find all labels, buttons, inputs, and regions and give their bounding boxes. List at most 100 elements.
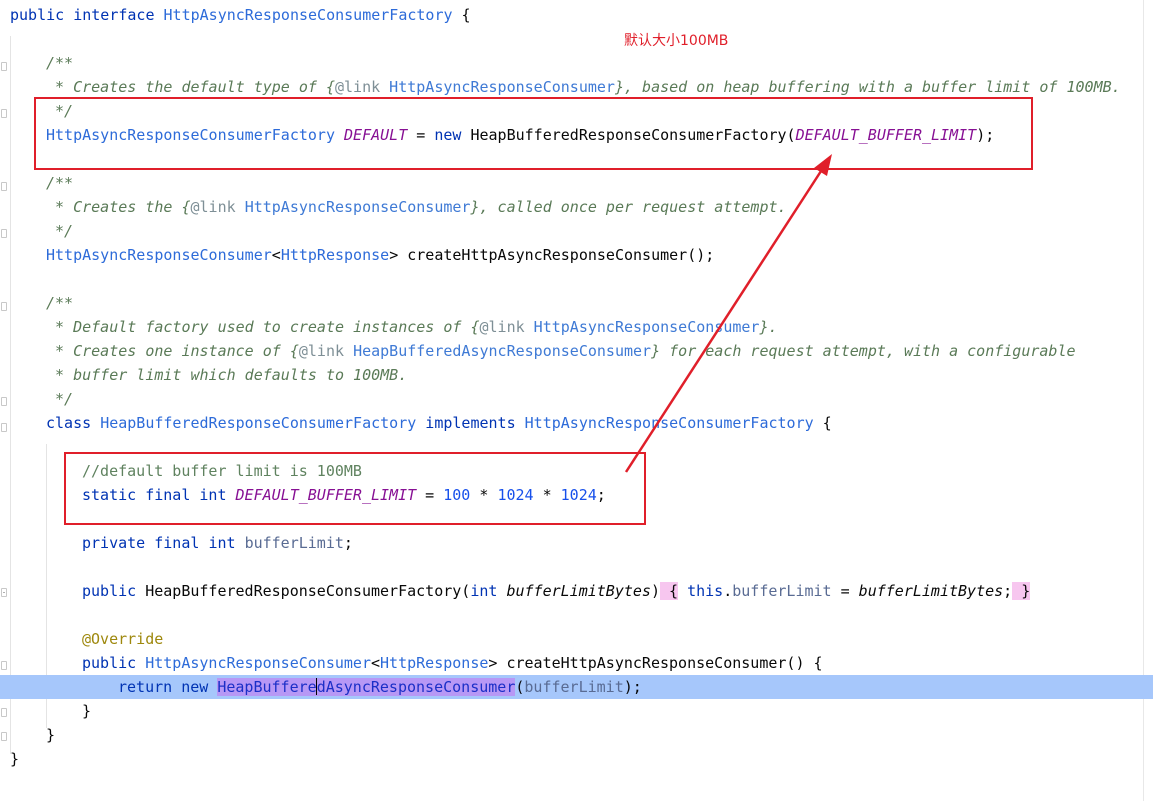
brace: } — [46, 726, 56, 744]
type-name: HttpAsyncResponseConsumer — [145, 654, 371, 672]
interface-name: HttpAsyncResponseConsumerFactory — [163, 6, 453, 24]
punctuation: ) — [650, 582, 660, 600]
annotation-box-default — [34, 97, 1033, 170]
punctuation: ; — [343, 534, 353, 552]
code-line[interactable]: /** — [46, 171, 73, 195]
class-name: HeapBufferedResponseConsumerFactory — [100, 414, 417, 432]
keyword: public — [10, 6, 65, 24]
type-name: HttpResponse — [280, 246, 390, 264]
parameter-ref: bufferLimitBytes — [858, 582, 1004, 600]
code-editor[interactable]: public interface HttpAsyncResponseConsum… — [0, 0, 1153, 801]
keyword: class — [46, 414, 92, 432]
code-line-current[interactable]: return new HeapBufferedAsyncResponseCons… — [118, 675, 642, 699]
code-line[interactable]: @Override — [82, 627, 163, 651]
annotation: @Override — [82, 630, 164, 648]
fold-marker-icon[interactable] — [1, 708, 7, 717]
code-line[interactable]: * Creates the default type of {@link Htt… — [46, 75, 1121, 99]
folded-brace[interactable]: { — [659, 582, 679, 600]
annotation-box-limit — [64, 452, 646, 525]
doc-tag: @link — [190, 198, 236, 216]
type-name: HttpAsyncResponseConsumer — [46, 246, 272, 264]
keyword: public — [82, 582, 137, 600]
doc-comment: }. — [759, 318, 778, 336]
code-line[interactable]: * Creates the {@link HttpAsyncResponseCo… — [46, 195, 787, 219]
fold-marker-icon[interactable] — [1, 109, 7, 118]
interface-name: HttpAsyncResponseConsumerFactory — [524, 414, 814, 432]
fold-marker-icon[interactable] — [1, 661, 7, 670]
brace: } — [10, 750, 20, 768]
punctuation: . — [723, 582, 733, 600]
code-line[interactable]: HttpAsyncResponseConsumer<HttpResponse> … — [46, 243, 714, 267]
doc-tag: @link — [334, 78, 381, 96]
keyword: int — [470, 582, 498, 600]
code-line[interactable]: } — [10, 747, 19, 771]
code-line[interactable]: public HeapBufferedResponseConsumerFacto… — [82, 579, 1031, 603]
doc-comment: * Default factory used to create instanc… — [46, 318, 480, 336]
code-line[interactable]: public interface HttpAsyncResponseConsum… — [10, 3, 471, 27]
fold-marker-icon[interactable] — [1, 62, 7, 71]
constructor-name: HeapBufferedResponseConsumerFactory( — [145, 582, 471, 600]
punctuation: ; — [1003, 582, 1013, 600]
doc-link[interactable]: HttpAsyncResponseConsumer — [245, 198, 471, 216]
code-line[interactable]: public HttpAsyncResponseConsumer<HttpRes… — [82, 651, 823, 675]
keyword: new — [181, 678, 209, 696]
brace: { — [452, 6, 471, 24]
doc-comment: }, called once per request attempt. — [470, 198, 787, 216]
punctuation: < — [271, 246, 281, 264]
doc-comment: * buffer limit which defaults to 100MB. — [46, 366, 408, 384]
doc-comment: /** — [46, 54, 74, 72]
doc-link[interactable]: HttpAsyncResponseConsumer — [534, 318, 760, 336]
code-line[interactable]: /** — [46, 291, 73, 315]
doc-comment: * Creates the { — [46, 198, 191, 216]
field-ref: bufferLimit — [524, 678, 624, 696]
brace: { — [813, 414, 832, 432]
method-declaration: createHttpAsyncResponseConsumer(); — [398, 246, 715, 264]
doc-comment: }, based on heap buffering with a buffer… — [614, 78, 1121, 96]
punctuation: < — [371, 654, 381, 672]
keyword: public — [82, 654, 137, 672]
fold-marker-icon[interactable] — [1, 302, 7, 311]
field-name: bufferLimit — [244, 534, 344, 552]
brace: } — [82, 702, 92, 720]
keyword: interface — [73, 6, 155, 24]
doc-tag: @link — [479, 318, 525, 336]
doc-comment: */ — [46, 390, 74, 408]
code-line[interactable]: class HeapBufferedResponseConsumerFactor… — [46, 411, 832, 435]
code-line[interactable]: * buffer limit which defaults to 100MB. — [46, 363, 407, 387]
code-line[interactable]: * Default factory used to create instanc… — [46, 315, 778, 339]
code-line[interactable]: /** — [46, 51, 73, 75]
operator: = — [831, 582, 859, 600]
fold-marker-icon[interactable] — [1, 423, 7, 432]
type-name: HttpResponse — [380, 654, 489, 672]
doc-comment: * Creates the default type of { — [46, 78, 335, 96]
doc-comment: * Creates one instance of { — [46, 342, 299, 360]
fold-marker-icon[interactable] — [1, 229, 7, 238]
keyword: int — [208, 534, 236, 552]
code-line[interactable]: } — [46, 723, 55, 747]
punctuation: > — [389, 246, 399, 264]
field-ref: bufferLimit — [732, 582, 832, 600]
punctuation: ); — [623, 678, 642, 696]
code-line[interactable]: */ — [46, 219, 73, 243]
keyword: this — [687, 582, 724, 600]
class-ref-part: HeapBuffere — [217, 678, 317, 696]
doc-tag: @link — [298, 342, 345, 360]
fold-marker-icon[interactable] — [1, 397, 7, 406]
folded-brace[interactable]: } — [1012, 582, 1031, 600]
annotation-label: 默认大小100MB — [624, 33, 729, 49]
keyword: return — [118, 678, 173, 696]
fold-expand-icon[interactable] — [1, 588, 7, 597]
doc-comment: /** — [46, 294, 74, 312]
code-line[interactable]: } — [82, 699, 91, 723]
code-line[interactable]: */ — [46, 387, 73, 411]
fold-marker-icon[interactable] — [1, 182, 7, 191]
code-line[interactable]: * Creates one instance of {@link HeapBuf… — [46, 339, 1076, 363]
class-usage-highlight[interactable]: HeapBufferedAsyncResponseConsumer — [217, 678, 516, 696]
code-line[interactable]: private final int bufferLimit; — [82, 531, 353, 555]
fold-marker-icon[interactable] — [1, 732, 7, 741]
doc-comment: /** — [46, 174, 74, 192]
doc-link[interactable]: HeapBufferedAsyncResponseConsumer — [353, 342, 651, 360]
parameter: bufferLimitBytes — [506, 582, 651, 600]
doc-link[interactable]: HttpAsyncResponseConsumer — [389, 78, 615, 96]
method-declaration: createHttpAsyncResponseConsumer() { — [497, 654, 823, 672]
